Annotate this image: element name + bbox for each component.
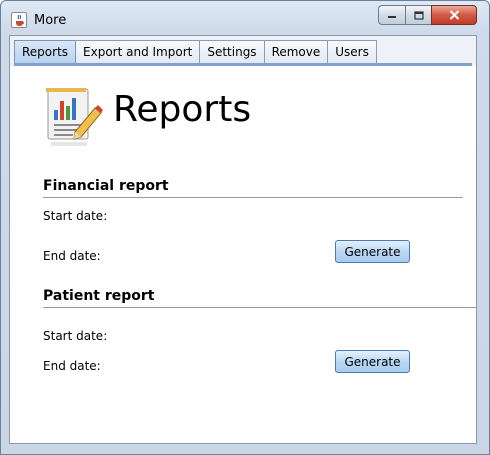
patient-separator xyxy=(43,307,476,308)
page-title: Reports xyxy=(113,89,252,130)
patient-generate-button[interactable]: Generate xyxy=(335,350,410,373)
patient-start-date-label: Start date: xyxy=(43,329,108,343)
maximize-icon xyxy=(413,10,424,20)
title-bar[interactable]: More xyxy=(1,1,489,35)
minimize-icon xyxy=(388,16,396,18)
java-cup-icon xyxy=(11,12,27,28)
report-chart-pencil-icon xyxy=(46,88,103,146)
tab-users[interactable]: Users xyxy=(328,40,377,63)
financial-separator xyxy=(43,197,463,198)
financial-end-date-label: End date: xyxy=(43,249,101,263)
financial-generate-button[interactable]: Generate xyxy=(335,240,410,263)
patient-end-date-label: End date: xyxy=(43,359,101,373)
dialog-content: Reports Export and Import Settings Remov… xyxy=(9,35,477,444)
financial-report-title: Financial report xyxy=(43,178,169,194)
tab-reports[interactable]: Reports xyxy=(14,40,77,63)
window-controls xyxy=(378,5,477,25)
reports-panel: Reports Financial report Start date: End… xyxy=(10,66,476,443)
close-button[interactable] xyxy=(431,5,477,25)
tab-export-and-import[interactable]: Export and Import xyxy=(76,40,201,63)
close-icon xyxy=(449,10,459,20)
tab-list: Reports Export and Import Settings Remov… xyxy=(14,40,377,63)
patient-report-title: Patient report xyxy=(43,288,155,304)
financial-start-date-label: Start date: xyxy=(43,209,108,223)
tab-settings[interactable]: Settings xyxy=(200,40,265,63)
tab-strip: Reports Export and Import Settings Remov… xyxy=(10,36,476,66)
window-title: More xyxy=(34,13,67,28)
window-frame: More Reports Export and Import Settings … xyxy=(0,0,490,455)
maximize-button[interactable] xyxy=(405,5,431,25)
minimize-button[interactable] xyxy=(378,5,405,25)
tab-remove[interactable]: Remove xyxy=(264,40,329,63)
